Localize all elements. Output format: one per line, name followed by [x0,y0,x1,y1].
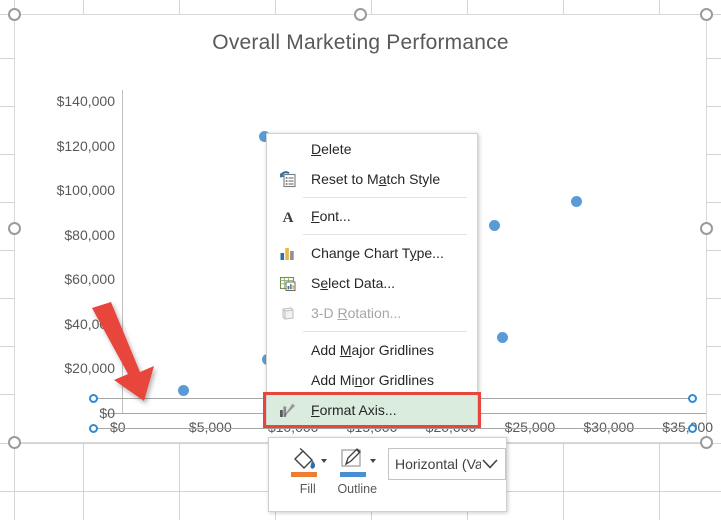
context-menu-item-3d-rotation: 3-D Rotation... [267,298,477,328]
context-menu-item-label: Reset to Match Style [311,171,441,187]
fill-button[interactable]: Fill [283,447,333,496]
context-menu-separator [303,197,467,198]
data-point[interactable] [178,385,190,397]
context-menu-item-select-data[interactable]: Select Data... [267,268,477,298]
chart-resize-handle-middle-right[interactable] [700,222,713,235]
axis-handle-top-right[interactable] [687,393,697,403]
chart-element-select-value: Horizontal (Val [395,456,481,472]
svg-text:A: A [283,210,294,225]
chart-title[interactable]: Overall Marketing Performance [15,31,706,55]
fill-color-swatch [290,472,317,477]
context-menu-item-label: Format Axis... [311,402,397,418]
data-point[interactable] [496,331,508,343]
menu-item-icon-placeholder [275,139,301,159]
context-menu-item-label: Delete [311,141,352,157]
rotation-icon [275,303,301,323]
chart-resize-handle-middle-left[interactable] [8,222,21,235]
context-menu-item-label: Add Minor Gridlines [311,372,434,388]
chevron-down-icon[interactable] [481,458,499,470]
context-menu-item-font[interactable]: A Font... [267,201,477,231]
context-menu-item-label: Select Data... [311,275,396,291]
axis-handle-bottom-right[interactable] [687,423,697,433]
fill-icon-row [289,447,327,481]
context-menu-item-add-minor-gridlines[interactable]: Add Minor Gridlines [267,365,477,395]
chart-resize-handle-top-left[interactable] [8,8,21,21]
y-axis-tick-label: $100,000 [56,182,115,199]
outline-dropdown-chevron-icon[interactable] [370,459,377,463]
fill-bucket-icon [289,447,319,481]
reset-style-icon [275,169,301,189]
y-axis-tick-label: $60,000 [64,271,115,288]
axis-handle-bottom-left[interactable] [88,423,98,433]
x-axis-tick-label: $5,000 [188,419,232,435]
x-axis-tick-label: $0 [110,419,126,435]
select-data-icon [275,273,301,293]
chart-resize-handle-bottom-left[interactable] [8,436,21,449]
context-menu-item-label: Change Chart Type... [311,245,444,261]
y-axis-tick-label: $80,000 [64,226,115,243]
menu-item-icon-placeholder [275,340,301,360]
outline-icon-row [338,447,377,481]
context-menu-item-label: Font... [311,208,351,224]
chart-resize-handle-bottom-right[interactable] [700,436,713,449]
menu-item-icon-placeholder [275,370,301,390]
data-point[interactable] [488,220,500,232]
outline-label: Outline [337,482,378,496]
outline-pen-icon [338,447,368,481]
format-axis-icon [275,400,301,420]
context-menu[interactable]: Delete Reset to Match Style A Font... Change… [266,133,478,426]
chart-type-icon [275,243,301,263]
outline-button[interactable]: Outline [333,447,383,496]
axis-selection-line-bottom [93,428,692,429]
x-axis-tick-label: $25,000 [504,419,556,435]
chart-resize-handle-top-right[interactable] [700,8,713,21]
chart-resize-handle-top-center[interactable] [354,8,367,21]
mini-toolbar[interactable]: Fill Outline Horizontal (Val [268,437,507,512]
context-menu-item-label: Add Major Gridlines [311,342,434,358]
chart-element-select[interactable]: Horizontal (Val [388,448,506,480]
font-icon: A [275,206,301,226]
fill-label: Fill [299,482,316,496]
context-menu-separator [303,234,467,235]
red-arrow-annotation [92,302,154,401]
context-menu-item-format-axis[interactable]: Format Axis... [267,395,477,425]
y-axis-tick-label: $140,000 [56,93,115,110]
context-menu-item-delete[interactable]: Delete [267,134,477,164]
y-axis-tick-label: $120,000 [56,137,115,154]
context-menu-item-change-chart-type[interactable]: Change Chart Type... [267,238,477,268]
outline-color-swatch [340,472,367,477]
context-menu-item-add-major-gridlines[interactable]: Add Major Gridlines [267,335,477,365]
x-axis-tick-label: $30,000 [583,419,635,435]
context-menu-item-reset-to-match-style[interactable]: Reset to Match Style [267,164,477,194]
arrow-shape [92,302,154,401]
context-menu-separator [303,331,467,332]
fill-dropdown-chevron-icon[interactable] [320,459,327,463]
data-point[interactable] [571,195,583,207]
context-menu-item-label: 3-D Rotation... [311,305,402,321]
